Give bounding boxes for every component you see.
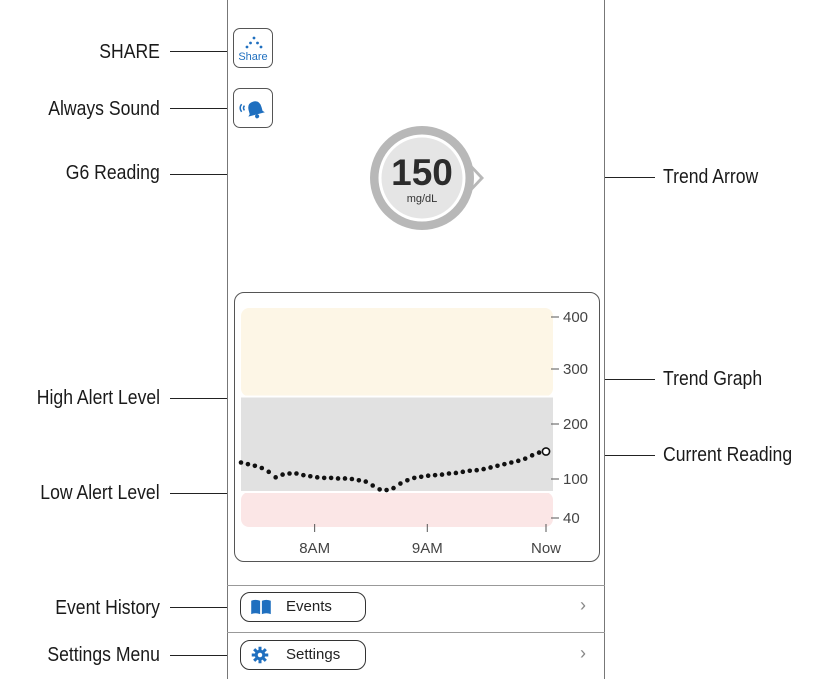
leader-share — [170, 51, 233, 52]
reading-point — [425, 473, 431, 478]
reading-point — [411, 475, 417, 481]
share-dots-icon — [245, 36, 263, 49]
reading-point — [273, 475, 278, 480]
settings-label: Settings — [286, 646, 341, 663]
always-sound-button[interactable] — [233, 88, 273, 128]
reading-point — [335, 476, 341, 481]
reading-point — [384, 487, 389, 493]
trend-graph-plot: 400 300 200 100 40 8AM 9AM Now — [238, 308, 588, 557]
callout-always-sound: Always Sound — [48, 98, 160, 120]
events-button[interactable]: Events — [240, 592, 366, 622]
callout-low-alert: Low Alert Level — [40, 482, 160, 504]
reading-point — [432, 472, 438, 478]
leader-trend-graph — [600, 379, 655, 380]
glucose-reading-value: 150 — [391, 152, 453, 193]
reading-point — [314, 475, 320, 480]
callout-event-history: Event History — [55, 597, 160, 619]
reading-point — [467, 468, 473, 474]
reading-point — [266, 469, 272, 475]
reading-point — [321, 475, 327, 481]
y-tick-label: 300 — [563, 361, 588, 378]
y-tick-label: 40 — [563, 510, 580, 527]
reading-point — [363, 479, 369, 484]
reading-point — [495, 463, 500, 469]
current-reading-point — [541, 447, 551, 456]
reading-point — [238, 460, 244, 465]
reading-point — [405, 478, 410, 483]
x-tick-label: 9AM — [412, 540, 443, 557]
gear-icon — [251, 646, 269, 664]
reading-point — [446, 471, 452, 476]
reading-point — [398, 481, 403, 486]
reading-point — [280, 472, 285, 477]
reading-point — [488, 465, 493, 470]
callout-g6-reading: G6 Reading — [66, 162, 160, 184]
reading-point — [259, 465, 265, 471]
book-icon — [251, 599, 271, 615]
x-tick-label: 8AM — [299, 540, 330, 557]
reading-point — [439, 472, 445, 477]
reading-point — [377, 487, 382, 492]
x-tick-label: Now — [531, 540, 561, 557]
reading-point — [252, 463, 258, 469]
reading-point — [453, 470, 459, 476]
reading-point — [294, 471, 299, 476]
reading-point — [349, 476, 355, 482]
events-chevron-icon[interactable]: › — [580, 595, 813, 616]
callout-trend-arrow: Trend Arrow — [663, 166, 759, 188]
reading-point — [509, 460, 514, 465]
reading-point — [301, 472, 306, 478]
reading-point — [370, 483, 376, 488]
reading-point — [460, 469, 466, 475]
row-divider-middle — [227, 632, 605, 633]
settings-button[interactable]: Settings — [240, 640, 366, 670]
callout-settings-menu: Settings Menu — [47, 644, 160, 666]
reading-point — [418, 474, 424, 480]
y-tick-label: 400 — [563, 309, 588, 326]
reading-point — [342, 476, 348, 481]
high-zone — [241, 308, 553, 397]
reading-point — [308, 473, 313, 479]
reading-point — [515, 458, 521, 464]
callout-share: SHARE — [99, 41, 160, 63]
share-button-label: Share — [238, 51, 268, 63]
callout-high-alert: High Alert Level — [36, 387, 160, 409]
reading-point — [522, 456, 528, 461]
reading-point — [287, 471, 292, 476]
reading-point — [474, 467, 479, 473]
reading-point — [481, 466, 486, 472]
settings-chevron-icon[interactable]: › — [580, 643, 813, 664]
bell-sound-icon — [239, 101, 265, 119]
events-label: Events — [286, 598, 332, 615]
glucose-reading-unit: mg/dL — [406, 193, 438, 205]
target-zone — [241, 396, 553, 492]
reading-point — [502, 461, 507, 467]
callout-current-reading: Current Reading — [663, 444, 793, 466]
y-tick-label: 200 — [563, 416, 588, 433]
reading-point — [328, 475, 334, 481]
leader-always-sound — [170, 108, 233, 109]
reading-point — [245, 461, 251, 467]
callout-trend-graph: Trend Graph — [663, 368, 763, 390]
row-divider-top — [227, 585, 605, 586]
share-button[interactable]: Share — [233, 28, 273, 68]
y-tick-label: 100 — [563, 471, 588, 488]
reading-point — [356, 478, 362, 483]
reading-point — [536, 450, 542, 455]
low-zone — [241, 492, 553, 527]
reading-point — [529, 453, 535, 458]
reading-point — [391, 485, 396, 491]
